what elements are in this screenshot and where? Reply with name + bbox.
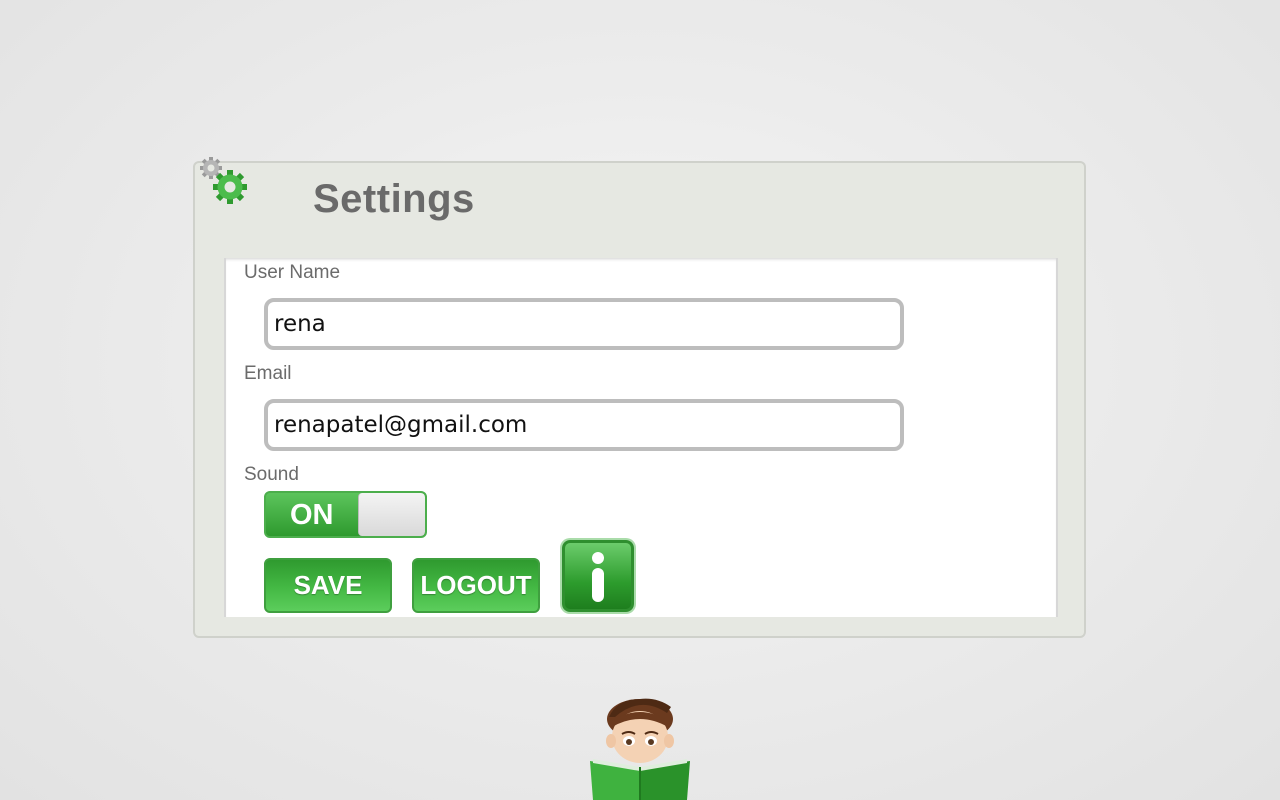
gears-icon [200, 157, 247, 204]
info-button[interactable] [562, 540, 634, 612]
email-input[interactable] [264, 399, 904, 451]
toggle-knob[interactable] [358, 493, 425, 536]
sound-toggle[interactable]: ON [264, 491, 427, 538]
sound-toggle-state: ON [290, 499, 334, 531]
username-label: User Name [244, 262, 341, 283]
save-button[interactable]: SAVE [264, 558, 392, 613]
sound-label: Sound [244, 464, 299, 485]
page-title: Settings [313, 177, 475, 221]
reading-boy-icon [590, 698, 690, 800]
logout-button[interactable]: LOGOUT [412, 558, 540, 613]
info-icon [592, 552, 604, 602]
email-label: Email [244, 363, 292, 384]
settings-panel: Settings User Name Email Sound ON SAVE L… [193, 157, 1086, 638]
username-input[interactable] [264, 298, 904, 350]
settings-form: User Name Email Sound ON SAVE LOGOUT [224, 258, 1058, 617]
